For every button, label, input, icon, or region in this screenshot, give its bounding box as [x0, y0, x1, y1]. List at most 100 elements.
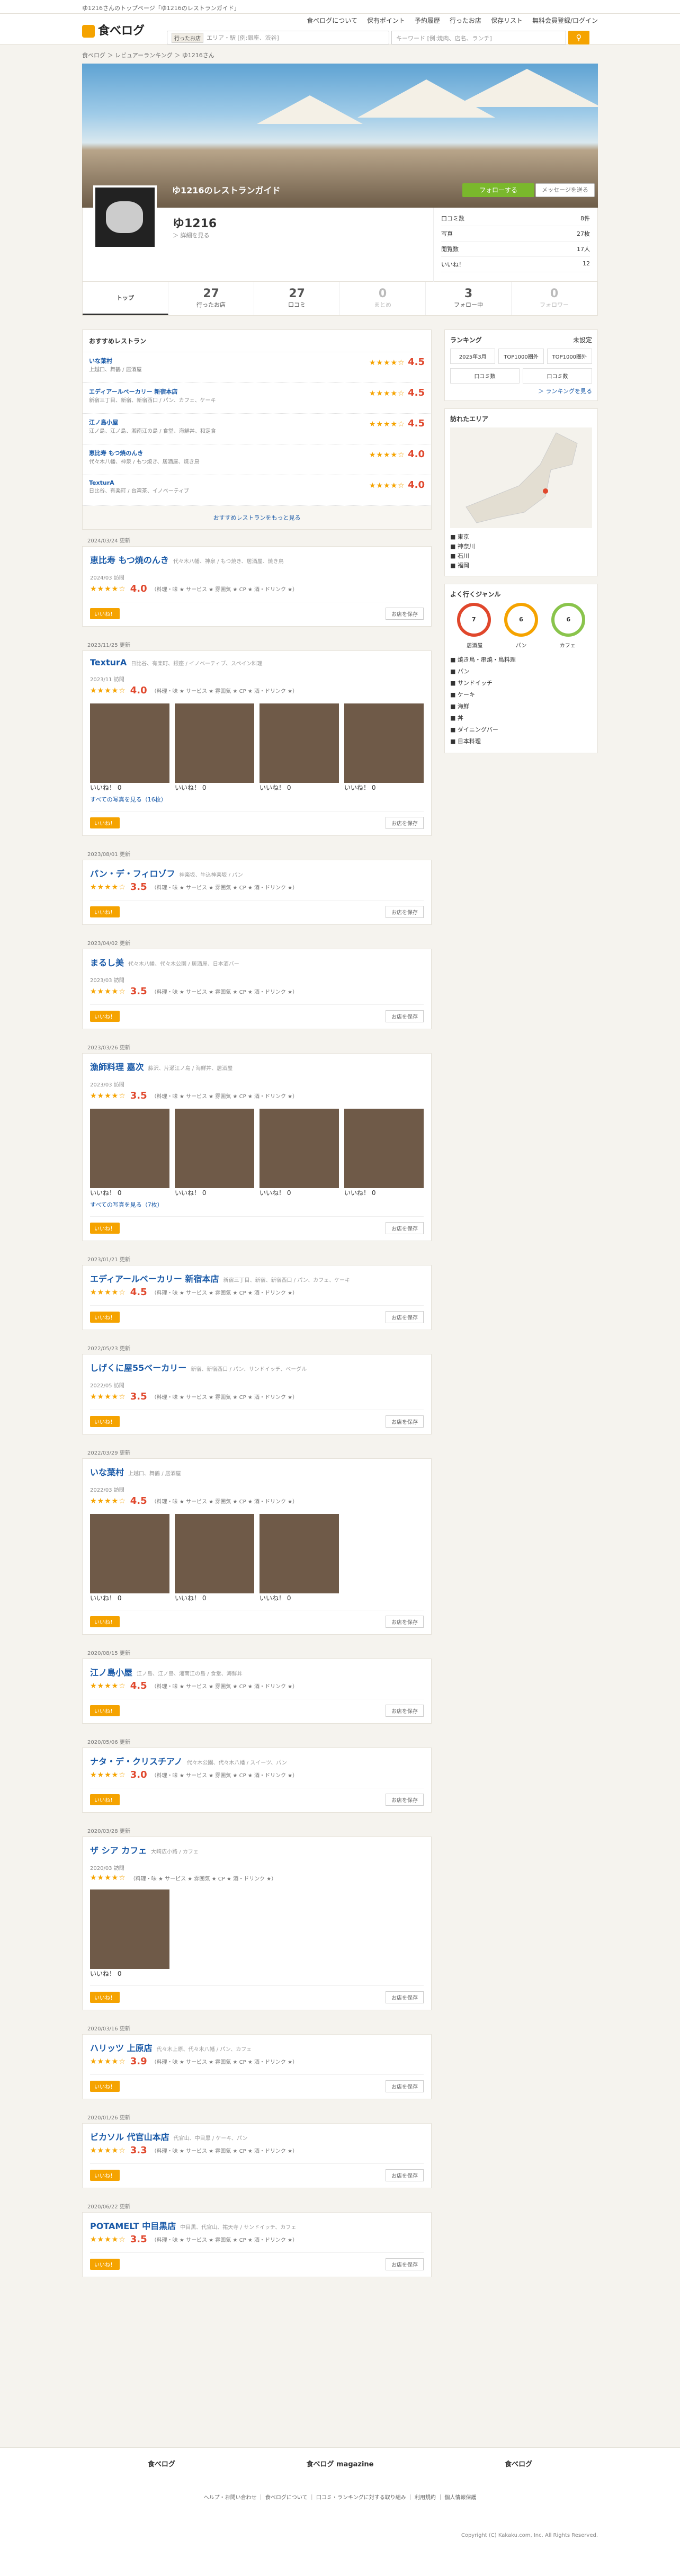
save-button[interactable]: お店を保存 [386, 817, 424, 829]
restaurant-name[interactable]: ナタ・デ・クリスチアノ 代々木公園、代々木八幡 / スイーツ、パン [90, 1754, 424, 1767]
photo-item[interactable]: いいね！ 0 [344, 703, 424, 792]
photo-item[interactable]: いいね！ 0 [175, 1514, 254, 1602]
search-button[interactable]: ⚲ [568, 31, 589, 44]
photo-item[interactable]: いいね！ 0 [90, 1514, 169, 1602]
genre-item[interactable]: ■ 日本料理 [450, 736, 592, 747]
nav-reservation[interactable]: 予約履歴 [415, 16, 440, 25]
message-button[interactable]: メッセージを送る [535, 183, 595, 197]
all-photos-link[interactable]: すべての写真を見る（16枚） [90, 795, 424, 804]
like-button[interactable]: いいね！ [90, 817, 120, 828]
footer-links[interactable]: ヘルプ・お問い合わせ ｜ 食べログについて ｜ 口コミ・ランキングに対する取り組… [0, 2493, 680, 2501]
review-photo[interactable] [90, 1889, 169, 1969]
save-button[interactable]: お店を保存 [386, 1616, 424, 1628]
follow-button[interactable]: フォローする [462, 183, 534, 197]
like-button[interactable]: いいね！ [90, 1416, 120, 1427]
like-button[interactable]: いいね！ [90, 2081, 120, 2092]
restaurant-name[interactable]: しげくに屋55ベーカリー 新宿、新宿西口 / パン、サンドイッチ、ベーグル [90, 1361, 424, 1374]
footer-app-link[interactable]: 食べログ magazine [306, 2458, 373, 2468]
all-photos-link[interactable]: すべての写真を見る（7枚） [90, 1200, 424, 1209]
save-button[interactable]: お店を保存 [386, 1991, 424, 2003]
review-photo[interactable] [175, 1514, 254, 1593]
tab-reviews[interactable]: 27 口コミ [254, 282, 340, 315]
photo-item[interactable]: いいね！ 0 [90, 703, 169, 792]
restaurant-name[interactable]: 江ノ島小屋 江ノ島、江ノ島、湘南江の島 / 食堂、海鮮丼 [90, 1665, 424, 1678]
like-button[interactable]: いいね！ [90, 1312, 120, 1323]
restaurant-name[interactable]: ザ シア カフェ 大崎広小路 / カフェ [90, 1843, 424, 1856]
profile-detail-link[interactable]: ＞ 詳細を見る [173, 231, 210, 239]
save-button[interactable]: お店を保存 [386, 2258, 424, 2270]
nav-visited[interactable]: 行ったお店 [450, 16, 481, 25]
logo[interactable]: 食べログ [82, 21, 145, 38]
rec-item[interactable]: 江ノ島小屋 江ノ島、江ノ島、湘南江の島 / 食堂、海鮮丼、和定食 ★★★★☆ 4.5 [83, 414, 431, 444]
save-button[interactable]: お店を保存 [386, 608, 424, 620]
restaurant-name[interactable]: エディアールベーカリー 新宿本店 新宿三丁目、新宿、新宿西口 / パン、カフェ、ケ… [90, 1272, 424, 1285]
photo-item[interactable]: いいね！ 0 [90, 1109, 169, 1197]
like-button[interactable]: いいね！ [90, 1705, 120, 1716]
restaurant-name[interactable]: 漁師料理 嘉次 藤沢、片瀬江ノ島 / 海鮮丼、居酒屋 [90, 1060, 424, 1073]
review-photo[interactable] [260, 703, 339, 783]
like-button[interactable]: いいね！ [90, 1011, 120, 1022]
review-photo[interactable] [344, 1109, 424, 1188]
review-photo[interactable] [175, 703, 254, 783]
save-button[interactable]: お店を保存 [386, 1222, 424, 1234]
genre-item[interactable]: ■ 焼き鳥・串焼・鳥料理 [450, 654, 592, 666]
save-button[interactable]: お店を保存 [386, 906, 424, 918]
save-button[interactable]: お店を保存 [386, 2169, 424, 2181]
review-photo[interactable] [260, 1109, 339, 1188]
footer-app-link[interactable]: 食べログ [148, 2458, 175, 2468]
like-button[interactable]: いいね！ [90, 2170, 120, 2181]
rec-item[interactable]: TexturA 日比谷、有楽町 / 台湾茶、イノベーティブ ★★★★☆ 4.0 [83, 475, 431, 506]
rec-more-link[interactable]: おすすめレストランをもっと見る [83, 506, 431, 529]
genre-item[interactable]: ■ 海鮮 [450, 701, 592, 712]
photo-item[interactable]: いいね！ 0 [344, 1109, 424, 1197]
tab-matome[interactable]: 0 まとめ [340, 282, 426, 315]
tab-top[interactable]: トップ [83, 282, 168, 315]
review-photo[interactable] [90, 1109, 169, 1188]
rec-item-name[interactable]: いな葉村 [89, 356, 142, 365]
genre-item[interactable]: ■ ケーキ [450, 689, 592, 701]
nav-about[interactable]: 食べログについて [307, 16, 357, 25]
save-button[interactable]: お店を保存 [386, 1311, 424, 1323]
photo-item[interactable]: いいね！ 0 [90, 1889, 169, 1978]
nav-login[interactable]: 無料会員登録/ログイン [532, 16, 598, 25]
restaurant-name[interactable]: 恵比寿 もつ焼のんき 代々木八幡、神泉 / もつ焼き、居酒屋、焼き鳥 [90, 553, 424, 566]
like-button[interactable]: いいね！ [90, 906, 120, 917]
breadcrumb[interactable]: 食べログ ＞ レビュアーランキング ＞ ゆ1216さん [82, 44, 598, 64]
area-item[interactable]: ■ 神奈川 [450, 542, 592, 551]
photo-item[interactable]: いいね！ 0 [175, 703, 254, 792]
restaurant-name[interactable]: ビカソル 代官山本店 代官山、中目黒 / ケーキ、パン [90, 2130, 424, 2143]
review-photo[interactable] [175, 1109, 254, 1188]
restaurant-name[interactable]: ハリッツ 上原店 代々木上原、代々木八幡 / パン、カフェ [90, 2041, 424, 2054]
review-photo[interactable] [90, 1514, 169, 1593]
review-photo[interactable] [90, 703, 169, 783]
genre-item[interactable]: ■ サンドイッチ [450, 678, 592, 689]
restaurant-name[interactable]: POTAMELT 中目黒店 中目黒、代官山、祐天寺 / サンドイッチ、カフェ [90, 2219, 424, 2232]
like-button[interactable]: いいね！ [90, 1223, 120, 1234]
rec-item-name[interactable]: エディアールベーカリー 新宿本店 [89, 387, 216, 396]
rec-item[interactable]: エディアールベーカリー 新宿本店 新宿三丁目、新宿、新宿西口 / パン、カフェ、ケ… [83, 383, 431, 414]
rec-item-name[interactable]: 恵比寿 もつ焼のんき [89, 449, 200, 457]
footer-app-link[interactable]: 食べログ [505, 2458, 532, 2468]
nav-points[interactable]: 保有ポイント [367, 16, 405, 25]
save-button[interactable]: お店を保存 [386, 2080, 424, 2092]
rec-item[interactable]: いな葉村 上越口、舞鶴 / 居酒屋 ★★★★☆ 4.5 [83, 352, 431, 383]
area-item[interactable]: ■ 東京 [450, 532, 592, 542]
keyword-search-input[interactable]: キーワード [例:焼肉、店名、ランチ] [391, 31, 566, 44]
save-button[interactable]: お店を保存 [386, 1010, 424, 1022]
area-item[interactable]: ■ 石川 [450, 551, 592, 561]
save-button[interactable]: お店を保存 [386, 1415, 424, 1428]
restaurant-name[interactable]: TexturA 日比谷、有楽町、銀座 / イノベーティブ、スペイン料理 [90, 657, 424, 667]
rec-item-name[interactable]: 江ノ島小屋 [89, 418, 216, 426]
nav-saved[interactable]: 保存リスト [491, 16, 523, 25]
genre-item[interactable]: ■ パン [450, 666, 592, 678]
genre-item[interactable]: ■ 丼 [450, 712, 592, 724]
area-search-input[interactable]: 行ったお店 エリア・駅 [例:銀座、渋谷] [167, 31, 389, 44]
like-button[interactable]: いいね！ [90, 1616, 120, 1627]
restaurant-name[interactable]: いな葉村 上越口、舞鶴 / 居酒屋 [90, 1465, 424, 1478]
area-item[interactable]: ■ 福岡 [450, 561, 592, 571]
restaurant-name[interactable]: パン・デ・フィロゾフ 神楽坂、牛込神楽坂 / パン [90, 867, 424, 879]
like-button[interactable]: いいね！ [90, 2259, 120, 2270]
rec-item-name[interactable]: TexturA [89, 479, 189, 486]
ranking-more-link[interactable]: ＞ ランキングを見る [450, 387, 592, 395]
genre-item[interactable]: ■ ダイニングバー [450, 724, 592, 736]
